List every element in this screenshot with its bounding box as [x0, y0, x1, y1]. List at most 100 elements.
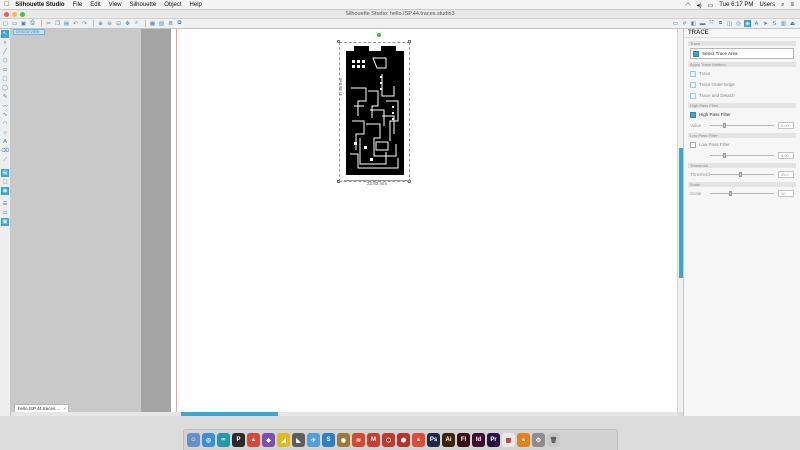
menu-view[interactable]: View	[109, 2, 122, 8]
flash-icon[interactable]: Fl	[457, 433, 470, 447]
rectangle-tool-icon[interactable]: ▭	[1, 66, 9, 74]
fill-icon[interactable]: ◧	[690, 20, 697, 27]
menu-object[interactable]: Object	[164, 2, 181, 8]
high-pass-value-field[interactable]: 5.00	[778, 122, 794, 129]
resize-handle[interactable]	[337, 180, 340, 183]
redo-icon[interactable]: ↷	[81, 20, 88, 27]
high-pass-checkbox[interactable]	[690, 111, 696, 118]
illustrator-icon[interactable]: Ai	[442, 433, 455, 447]
app-target-icon[interactable]: ◉	[337, 433, 350, 447]
threshold-slider[interactable]	[710, 172, 774, 177]
line-tool-icon[interactable]: ╱	[1, 48, 9, 56]
menu-edit[interactable]: Edit	[90, 2, 100, 8]
copy-icon[interactable]: ❐	[54, 20, 61, 27]
user-menu[interactable]: Users	[759, 2, 775, 8]
wifi-icon[interactable]: ◠	[685, 2, 690, 9]
menu-file[interactable]: File	[73, 2, 83, 8]
indesign-icon[interactable]: Id	[472, 433, 485, 447]
store-view-icon[interactable]: ▢	[1, 178, 9, 186]
app-yellow-icon[interactable]: ◢	[277, 433, 290, 447]
arduino-icon[interactable]: ∞	[217, 433, 230, 447]
low-pass-checkbox[interactable]	[690, 141, 696, 148]
knife-tool-icon[interactable]: ⟋	[1, 156, 9, 164]
replicate-icon[interactable]: ⧈	[717, 20, 724, 27]
apple-icon[interactable]: 	[4, 1, 9, 8]
app-red-icon[interactable]: ▲	[247, 433, 260, 447]
battery-icon[interactable]: ▭	[708, 2, 714, 9]
resize-handle[interactable]	[408, 40, 411, 43]
pcb-trace-image[interactable]	[346, 46, 404, 175]
minimize-window-button[interactable]	[12, 12, 17, 17]
send-icon[interactable]: ➤	[762, 20, 769, 27]
transform-icon[interactable]: ⤧	[708, 20, 715, 27]
vlc-icon[interactable]: ▲	[517, 433, 530, 447]
grid-icon[interactable]: #	[681, 20, 688, 27]
close-window-button[interactable]	[4, 12, 9, 17]
volume-icon[interactable]: ◂)	[697, 2, 702, 9]
duplicate-icon[interactable]: ⧉	[176, 20, 183, 27]
zoom-fit-icon[interactable]: ⊡	[115, 20, 122, 27]
send-view-icon[interactable]: ▭	[1, 209, 9, 217]
page-settings-icon[interactable]: ▭	[672, 20, 679, 27]
low-pass-value-field[interactable]: 5.00	[778, 152, 794, 159]
select-tool-icon[interactable]: ↖	[1, 30, 9, 38]
resize-handle[interactable]	[337, 40, 340, 43]
circle-tool-icon[interactable]: ○	[1, 129, 9, 137]
panel-toggle-icon[interactable]: ▣	[1, 218, 9, 226]
silhouette-icon[interactable]: S	[322, 433, 335, 447]
scale-value-field[interactable]: 10	[778, 190, 794, 197]
app-grey-icon[interactable]: ◣	[292, 433, 305, 447]
zoom-in-icon[interactable]: ⊕	[97, 20, 104, 27]
menu-silhouette[interactable]: Silhouette	[130, 2, 157, 8]
app-m-icon[interactable]: M	[367, 433, 380, 447]
horizontal-scroll-thumb[interactable]	[181, 412, 278, 416]
close-tab-icon[interactable]: ×	[63, 405, 66, 412]
menu-help[interactable]: Help	[190, 2, 202, 8]
slider-knob[interactable]	[722, 123, 726, 128]
send-to-cutter-icon[interactable]: ⏏	[789, 20, 796, 27]
offset-icon[interactable]: ◎	[735, 20, 742, 27]
settings-view-icon[interactable]: ☰	[1, 200, 9, 208]
menu-app[interactable]: Silhouette Studio	[15, 2, 64, 8]
app-purple-icon[interactable]: ◆	[262, 433, 275, 447]
modify-icon[interactable]: ◫	[726, 20, 733, 27]
curve-tool-icon[interactable]: ∿	[1, 111, 9, 119]
undo-icon[interactable]: ↶	[72, 20, 79, 27]
cut-icon[interactable]: ✂	[45, 20, 52, 27]
eraser-tool-icon[interactable]: ⌫	[1, 147, 9, 155]
zoom-select-icon[interactable]: ⌕	[133, 20, 140, 27]
app-bird-icon[interactable]: ✈	[307, 433, 320, 447]
polygon-tool-icon[interactable]: ⬠	[1, 57, 9, 65]
preferences-icon[interactable]: ⚙	[532, 433, 545, 447]
print-icon[interactable]: ⎙	[29, 20, 36, 27]
text-style-icon[interactable]: A	[753, 20, 760, 27]
trace-option[interactable]: Trace	[690, 69, 794, 78]
open-icon[interactable]: ▭	[11, 20, 18, 27]
clock[interactable]: Tue 6:17 PM	[719, 2, 753, 8]
trash-icon[interactable]: 🗑	[547, 433, 560, 447]
document-tab[interactable]: hello.ISP.44.traces.... ×	[14, 404, 69, 412]
save-icon[interactable]: ▣	[20, 20, 27, 27]
horizontal-scrollbar[interactable]	[11, 412, 677, 416]
slider-knob[interactable]	[729, 191, 733, 196]
freehand-tool-icon[interactable]: 〰	[1, 102, 9, 110]
select-trace-area-button[interactable]: Select Trace Area	[690, 48, 794, 59]
rotate-handle[interactable]	[377, 33, 381, 37]
store-icon[interactable]: S	[771, 20, 778, 27]
new-document-icon[interactable]: ▢	[2, 20, 9, 27]
app-peak-icon[interactable]: ▲	[412, 433, 425, 447]
premiere-icon[interactable]: Pr	[487, 433, 500, 447]
arc-tool-icon[interactable]: ◠	[1, 120, 9, 128]
design-view-icon[interactable]: ▤	[1, 169, 9, 177]
trace-outer-edge-option[interactable]: Trace Outer Edge	[690, 80, 794, 89]
line-icon[interactable]: ▬	[699, 20, 706, 27]
library-icon[interactable]: ▥	[780, 20, 787, 27]
low-pass-checkbox-row[interactable]: Low Pass Filter	[690, 140, 794, 149]
pen-tool-icon[interactable]: ✎	[1, 93, 9, 101]
threshold-value-field[interactable]: 45.0	[778, 171, 794, 178]
trace-and-detach-option[interactable]: Trace and Detach	[690, 91, 794, 100]
calendar-icon[interactable]: ▦	[502, 433, 515, 447]
ungroup-icon[interactable]: ▧	[158, 20, 165, 27]
low-pass-slider[interactable]	[710, 153, 774, 158]
ellipse-tool-icon[interactable]: ◯	[1, 84, 9, 92]
